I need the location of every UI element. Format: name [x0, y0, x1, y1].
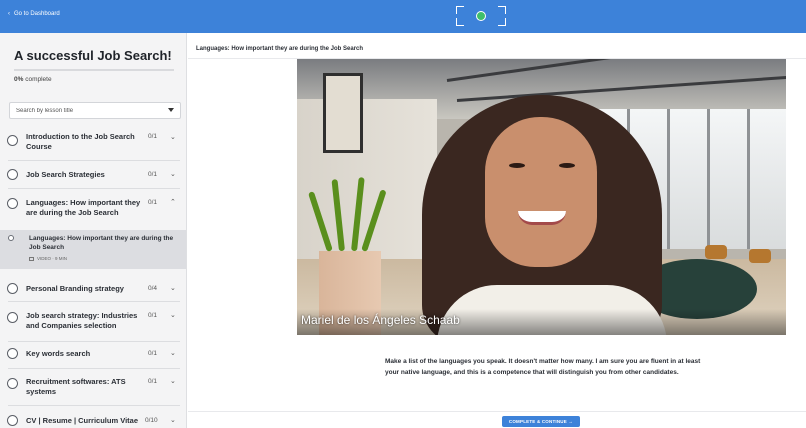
progress-percent: 0% — [14, 76, 24, 83]
top-bar: ‹ Go to Dashboard — [0, 0, 806, 33]
site-logo — [456, 6, 506, 26]
video-icon — [29, 256, 34, 261]
lesson-search-input[interactable] — [16, 106, 156, 116]
chevron-down-icon[interactable]: ⌄ — [170, 377, 176, 385]
chevron-down-icon[interactable]: ⌄ — [170, 416, 176, 424]
lesson-content: Languages: How important they are during… — [188, 33, 806, 428]
lesson-status-circle-icon — [7, 169, 18, 180]
lesson-status-circle-icon — [7, 415, 18, 426]
lesson-title: Job search strategy: Industries and Comp… — [26, 311, 138, 330]
chevron-down-icon[interactable]: ⌄ — [170, 133, 176, 141]
lesson-item-cv-resume[interactable]: CV | Resume | Curriculum Vitae 0/10 ⌄ — [0, 410, 186, 428]
lesson-item-languages[interactable]: Languages: How important they are during… — [0, 194, 186, 226]
globe-icon — [476, 11, 486, 21]
sub-lesson-item-active[interactable]: Languages: How important they are during… — [0, 230, 186, 269]
lesson-item-introduction[interactable]: Introduction to the Job Search Course 0/… — [0, 128, 186, 160]
lesson-title: Introduction to the Job Search Course — [26, 132, 135, 151]
lesson-title: Job Search Strategies — [26, 170, 105, 179]
video-speaker-name: Mariel de los Ángeles Schaab — [301, 313, 460, 327]
lesson-footer: COMPLETE & CONTINUE → — [188, 411, 806, 428]
lesson-status-circle-icon — [7, 378, 18, 389]
lesson-count: 0/1 — [148, 378, 158, 385]
lesson-item-personal-branding[interactable]: Personal Branding strategy 0/4 ⌄ — [0, 279, 186, 301]
lesson-count: 0/4 — [148, 285, 158, 292]
progress-suffix: complete — [25, 76, 52, 83]
lesson-count: 0/1 — [148, 350, 158, 357]
lesson-item-ats-systems[interactable]: Recruitment softwares: ATS systems 0/1 ⌄ — [0, 373, 186, 405]
go-to-dashboard-label: Go to Dashboard — [14, 11, 60, 17]
lesson-status-circle-icon — [7, 283, 18, 294]
lesson-title: Key words search — [26, 349, 91, 358]
chevron-down-icon[interactable]: ⌄ — [170, 284, 176, 292]
lesson-title: CV | Resume | Curriculum Vitae — [26, 416, 139, 425]
chevron-down-icon[interactable]: ⌄ — [170, 170, 176, 178]
lesson-count: 0/1 — [148, 171, 158, 178]
lesson-title: Recruitment softwares: ATS systems — [26, 377, 126, 396]
lesson-count: 0/1 — [148, 312, 158, 319]
course-progress-bar — [14, 69, 174, 71]
lesson-item-job-search-strategies[interactable]: Job Search Strategies 0/1 ⌄ — [0, 166, 186, 188]
sub-lesson-meta-text: VIDEO · 9 MIN — [37, 256, 68, 261]
chevron-down-icon[interactable] — [168, 108, 174, 112]
lesson-header-title: Languages: How important they are during… — [196, 46, 364, 52]
lesson-title: Languages: How important they are during… — [26, 198, 141, 217]
chevron-down-icon[interactable]: ⌄ — [170, 311, 176, 319]
lesson-title: Personal Branding strategy — [26, 284, 124, 293]
lesson-count: 0/1 — [148, 133, 158, 140]
lesson-item-key-words[interactable]: Key words search 0/1 ⌄ — [0, 344, 186, 366]
lesson-search[interactable] — [9, 102, 181, 119]
go-to-dashboard-link[interactable]: ‹ Go to Dashboard — [8, 11, 60, 17]
lesson-status-circle-icon — [7, 348, 18, 359]
sub-lesson-meta: VIDEO · 9 MIN — [29, 256, 67, 261]
chevron-left-icon: ‹ — [8, 11, 10, 17]
sub-lesson-title: Languages: How important they are during… — [29, 235, 174, 251]
complete-and-continue-button[interactable]: COMPLETE & CONTINUE → — [502, 416, 580, 427]
lesson-description: Make a list of the languages you speak. … — [385, 358, 701, 376]
chevron-down-icon[interactable]: ⌄ — [170, 349, 176, 357]
sub-lesson-status-icon — [8, 235, 14, 241]
lesson-video-player[interactable]: Mariel de los Ángeles Schaab — [297, 59, 786, 335]
course-title: A successful Job Search! — [14, 48, 172, 63]
lesson-count: 0/10 — [145, 417, 158, 424]
lesson-status-circle-icon — [7, 198, 18, 209]
lesson-status-circle-icon — [7, 135, 18, 146]
chevron-up-icon[interactable]: ⌃ — [170, 198, 176, 206]
lesson-status-circle-icon — [7, 312, 18, 323]
lesson-count: 0/1 — [148, 199, 158, 206]
course-progress-text: 0% complete — [14, 76, 52, 83]
lesson-item-industries-companies[interactable]: Job search strategy: Industries and Comp… — [0, 307, 186, 341]
course-sidebar: A successful Job Search! 0% complete Int… — [0, 33, 187, 428]
